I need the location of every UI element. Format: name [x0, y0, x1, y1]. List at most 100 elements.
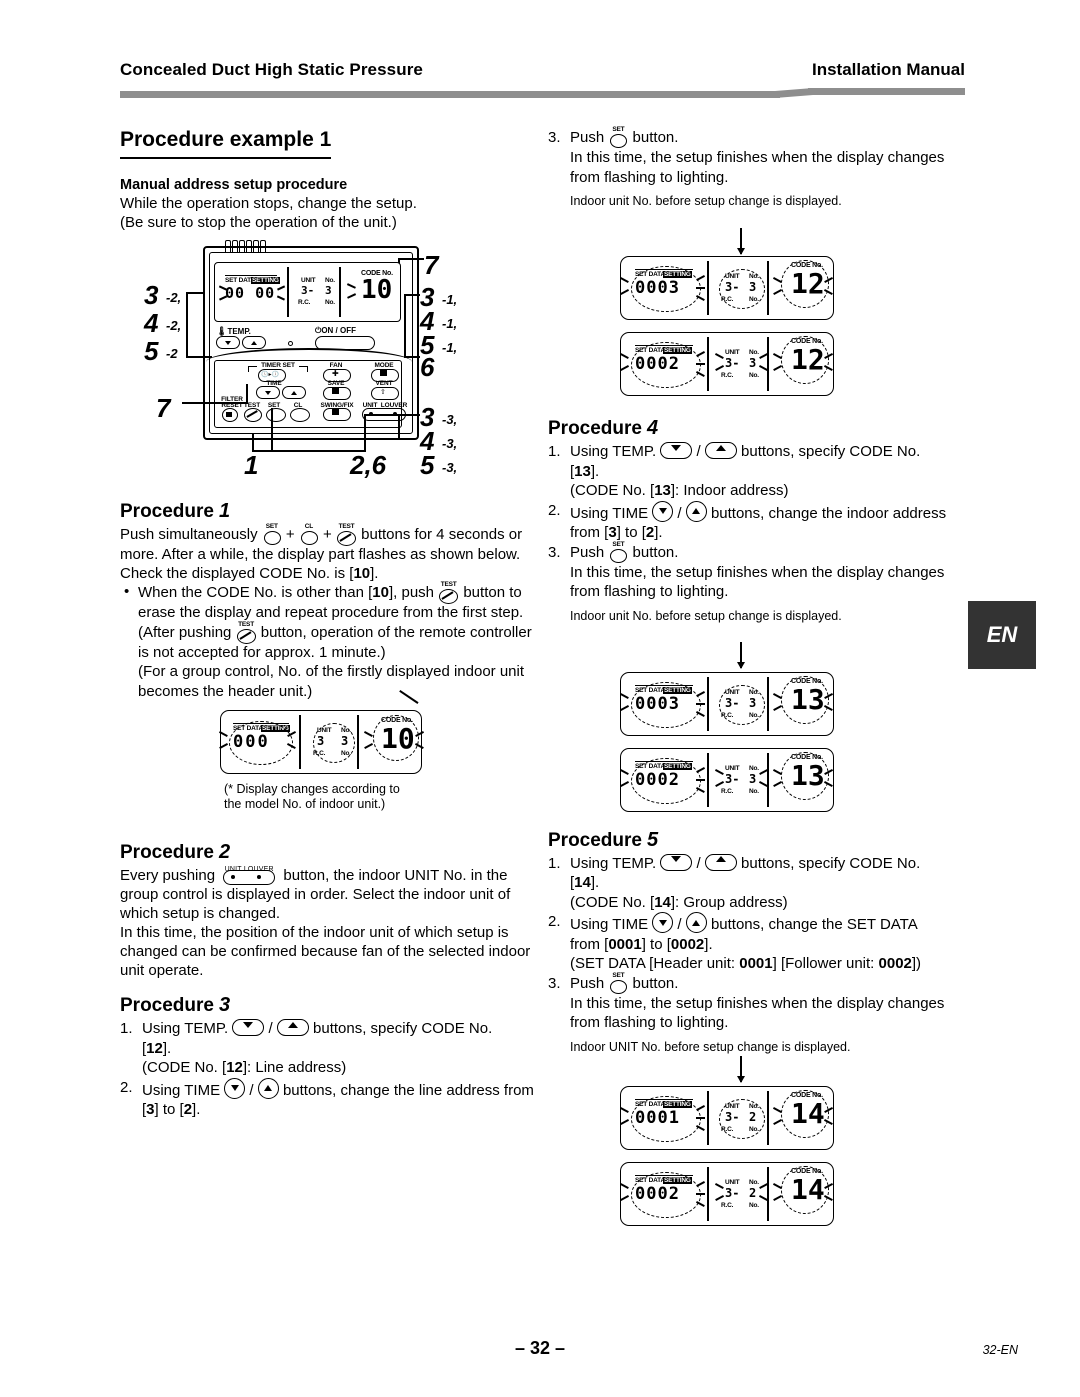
p5-note-code: 14 — [654, 893, 671, 911]
callout-left-3: 3 — [144, 280, 159, 310]
f13b-unit-no-label: No. — [749, 765, 759, 772]
callout-bottom-1: 1 — [244, 450, 259, 480]
p5-sd-a: (SET DATA [Header unit: — [570, 955, 736, 972]
procedure-5-step-2-marker: 2. — [548, 913, 561, 930]
time-up-button-icon — [257, 1077, 279, 1099]
set-button[interactable] — [266, 408, 286, 422]
p5-sd-header: 0001 — [739, 955, 773, 972]
p3-note-b: ]: Line address) — [242, 1059, 347, 1076]
procedure-4-step-3-btn: button. — [632, 543, 679, 561]
procedure-1-figure: SET DATA SETTING 000 UNIT No. 3 3 R.C. N… — [212, 689, 502, 830]
f13b-rc-value: 3 — [749, 772, 757, 786]
controller-lcd: SET DATA SETTING 00 00 UNIT No. 3- 3 R.C… — [214, 262, 401, 322]
figure-14-panel-top: SET DATA SETTING 0001 UNIT No. 3- 2 R.C.… — [620, 1086, 834, 1150]
test-button-icon-cap: TEST — [338, 523, 355, 530]
figure-14-panel-bottom: SET DATA SETTING 0002 UNIT No. 3- 2 R.C.… — [620, 1162, 834, 1226]
f13b-unit-value: 3- — [725, 772, 740, 786]
procedure-2-title: Procedure — [120, 842, 214, 863]
callout-right-5b: 5 — [420, 450, 435, 480]
procedure-5-step-3: 3. Push SET button. In this time, the se… — [548, 971, 973, 1033]
test-button-icon-2-cap: TEST — [440, 581, 457, 588]
f13t-ellipse-unit — [719, 685, 765, 725]
f14t-ellipse-code — [781, 1090, 829, 1138]
p1-caption-line-1: (* Display changes according to — [224, 782, 400, 796]
f12b-rc-label: R.C. — [721, 372, 734, 379]
lcd-set-data-value: 00 00 — [225, 284, 276, 302]
procedure-5-step-2-range: from [0001] to [0002]. — [570, 935, 973, 955]
lcd-code-value: 10 — [361, 275, 393, 305]
procedure-4-to: 2 — [645, 524, 655, 541]
controller-indicator-dot — [288, 341, 293, 346]
procedure-4-slash: / — [696, 443, 701, 460]
procedure-2-heading: Procedure 2 — [120, 841, 540, 864]
procedure-5-step-3-btn: button. — [632, 974, 679, 992]
procedure-4-note: Indoor unit No. before setup change is d… — [570, 608, 842, 623]
controller-onoff-label: ⏻ON / OFF — [315, 326, 356, 335]
set-button-icon-p4-cap: SET — [612, 540, 625, 548]
intro-line-1: While the operation stops, change the se… — [120, 195, 417, 212]
test-button-icon: TEST — [336, 523, 357, 546]
temp-up-button-icon-p4 — [704, 442, 737, 459]
footer-code: 32-EN — [982, 1343, 1018, 1357]
procedure-2-body-2: In this time, the position of the indoor… — [120, 924, 531, 979]
unit-dot-icon — [369, 412, 373, 416]
callout-left-5: 5 — [144, 336, 159, 366]
f13b-rc-label: R.C. — [721, 788, 734, 795]
time-down-button[interactable] — [256, 386, 280, 399]
procedure-4-end: ]. — [654, 524, 663, 541]
p5-bracket-close: ]. — [590, 874, 600, 891]
time-up-button-icon-p5 — [685, 912, 707, 933]
procedure-5-end: ]. — [704, 935, 713, 953]
p3-note-code: 12 — [226, 1059, 243, 1076]
figure-13-pointer-arrow-icon — [737, 642, 744, 669]
procedure-1-body-c: ]. — [370, 565, 379, 582]
time-up-button[interactable] — [282, 386, 306, 399]
callout-right-5-sub: -1, — [442, 340, 458, 355]
header-rule-left-bar — [120, 91, 780, 98]
set-button-icon-cap: SET — [265, 523, 278, 530]
callout-left-3-sub: -2, — [166, 290, 182, 305]
procedure-1-bullets: • When the CODE No. is other than [10], … — [120, 581, 540, 701]
lcd-unit-no-label: No. — [325, 277, 335, 284]
intro-line-2: (Be sure to stop the operation of the un… — [120, 214, 397, 231]
procedure-4-step-1: 1. Using TEMP. / buttons, specify CODE N… — [548, 442, 973, 501]
lcd-setting-label: SETTING — [251, 277, 280, 284]
controller-temp-up-button[interactable] — [242, 336, 266, 349]
lcd-rc-value: 3 — [325, 284, 332, 297]
procedure-5-note: Indoor UNIT No. before setup change is d… — [570, 1039, 851, 1054]
procedure-5-step-2: 2. Using TIME / buttons, change the SET … — [548, 912, 973, 974]
figure-12-panel-bottom: SET DATA SETTING 0002 UNIT No. 3- 3 R.C.… — [620, 332, 834, 396]
temp-down-button-icon-p4 — [660, 442, 693, 459]
procedure-3-step-1-note: (CODE No. [12]: Line address) — [142, 1058, 540, 1078]
right-top-step-3: 3. Push SET button. In this time, the se… — [548, 126, 973, 187]
procedure-4-step-3-marker: 3. — [548, 543, 561, 561]
f14t-ellipse-unit — [719, 1099, 765, 1139]
p5-note-b: ]: Group address) — [670, 893, 788, 911]
lcd-unit-value: 3- — [301, 284, 315, 297]
right-top-step-btn: button. — [632, 129, 679, 146]
test-button-icon-2: TEST — [438, 581, 459, 604]
procedure-1-bullet-a: When the CODE No. is other than [ — [138, 584, 373, 601]
figure-12-panel-top: SET DATA SETTING 0003 UNIT No. 3- 3 R.C.… — [620, 256, 834, 320]
controller-temp-down-button[interactable] — [216, 336, 240, 349]
procedure-1-body-a: Push simultaneously — [120, 526, 258, 543]
procedure-3-step-1-b: buttons, specify CODE No. — [313, 1020, 493, 1037]
louver-dot-icon — [393, 412, 397, 416]
time-down-button-icon — [224, 1077, 246, 1099]
procedure-1-number: 1 — [218, 500, 231, 522]
temp-down-button-icon-p5 — [660, 853, 693, 871]
procedure-1-bullet-f: (For a group control, No. of the firstly… — [138, 663, 525, 700]
callout-right-3b-sub: -3, — [442, 412, 458, 427]
procedure-3-slash: / — [268, 1020, 273, 1037]
procedure-3-step-1: 1. Using TEMP. / buttons, specify CODE N… — [120, 1019, 540, 1078]
figure-14-pointer-arrow-icon — [737, 1056, 744, 1083]
procedure-1-bullet-b: ], push — [388, 584, 434, 601]
procedure-3-slash-2: / — [249, 1081, 254, 1099]
f12b-rc-value: 3 — [749, 356, 757, 370]
vent-label: VENT — [375, 380, 393, 387]
set-button-icon-p4: SET — [608, 540, 628, 563]
procedure-1-bullet-code: 10 — [372, 584, 389, 601]
set-button-icon-p5-cap: SET — [612, 971, 625, 979]
procedure-5-slash: / — [696, 854, 701, 872]
cl-button[interactable] — [290, 408, 310, 422]
